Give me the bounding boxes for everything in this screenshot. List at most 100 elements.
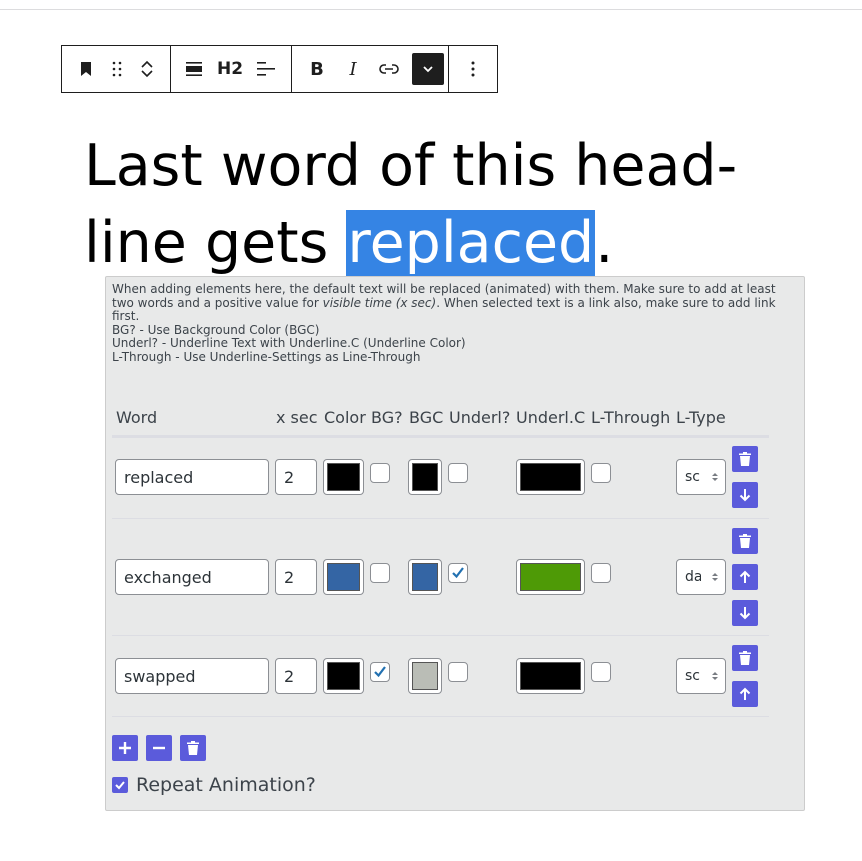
- underline-checkbox[interactable]: [448, 563, 468, 583]
- align-button[interactable]: [171, 46, 217, 92]
- xsec-input[interactable]: 2: [275, 559, 317, 595]
- move-up-button[interactable]: [732, 681, 758, 707]
- more-rich-text-button[interactable]: [412, 53, 444, 85]
- top-divider: [0, 9, 862, 10]
- move-down-button[interactable]: [732, 600, 758, 626]
- headline-selected-word[interactable]: replaced: [346, 210, 596, 276]
- ltype-select[interactable]: sc: [676, 459, 726, 495]
- text-align-button[interactable]: [243, 46, 289, 92]
- ltype-select[interactable]: sc: [676, 658, 726, 694]
- underline-color-picker[interactable]: [516, 559, 585, 595]
- trash-icon: [739, 651, 751, 665]
- bgc-picker[interactable]: [408, 459, 442, 495]
- color-swatch: [327, 662, 360, 690]
- arrow-up-icon: [739, 570, 751, 584]
- delete-all-button[interactable]: [180, 735, 206, 761]
- table-actions: [112, 735, 206, 761]
- bg-checkbox[interactable]: [370, 662, 390, 682]
- checkmark-icon: [452, 567, 464, 579]
- delete-row-button[interactable]: [732, 645, 758, 671]
- text-align-left-icon: [257, 61, 275, 77]
- bg-checkbox[interactable]: [370, 463, 390, 483]
- block-toolbar: H2 B I: [61, 45, 498, 93]
- words-table: Word x sec Color BG? BGC Underl? Underl.…: [112, 399, 769, 717]
- plus-icon: [118, 741, 132, 755]
- table-row: swapped 2 sc: [112, 636, 769, 717]
- xsec-input[interactable]: 2: [275, 658, 317, 694]
- word-input[interactable]: replaced: [115, 459, 269, 495]
- heading-level-button[interactable]: H2: [217, 46, 243, 92]
- chevron-down-icon: [422, 65, 434, 73]
- bgc-swatch: [412, 662, 438, 690]
- toolbar-group-format: B I: [292, 46, 449, 92]
- remove-row-button[interactable]: [146, 735, 172, 761]
- repeat-animation-toggle[interactable]: Repeat Animation?: [112, 774, 316, 796]
- help-line-through: L-Through - Use Underline-Settings as Li…: [112, 349, 421, 364]
- underline-color-picker[interactable]: [516, 459, 585, 495]
- toolbar-group-block: [62, 46, 171, 92]
- help-bg: BG? - Use Background Color (BGC): [112, 322, 320, 337]
- delete-row-button[interactable]: [732, 446, 758, 472]
- checkmark-icon: [374, 666, 386, 678]
- add-row-button[interactable]: [112, 735, 138, 761]
- drag-handle-button[interactable]: [106, 46, 128, 92]
- underline-color-swatch: [520, 463, 581, 491]
- bg-checkbox[interactable]: [370, 563, 390, 583]
- headline-period: .: [595, 210, 614, 276]
- minus-icon: [152, 741, 166, 755]
- underline-checkbox[interactable]: [448, 662, 468, 682]
- ltype-select[interactable]: da: [676, 559, 726, 595]
- italic-button[interactable]: I: [340, 46, 366, 92]
- col-xsec: x sec: [276, 408, 318, 427]
- color-swatch: [327, 563, 360, 591]
- bgc-picker[interactable]: [408, 559, 442, 595]
- underline-color-swatch: [520, 662, 581, 690]
- table-row: replaced 2 sc: [112, 438, 769, 519]
- word-input[interactable]: swapped: [115, 658, 269, 694]
- bgc-picker[interactable]: [408, 658, 442, 694]
- trash-icon: [739, 534, 751, 548]
- arrow-down-icon: [739, 488, 751, 502]
- move-down-icon[interactable]: [140, 69, 154, 79]
- col-ltype: L-Type: [676, 408, 726, 427]
- block-type-button[interactable]: [66, 46, 106, 92]
- move-up-button[interactable]: [732, 564, 758, 590]
- line-through-checkbox[interactable]: [591, 463, 611, 483]
- select-arrows-icon: [711, 670, 719, 686]
- color-picker[interactable]: [323, 459, 364, 495]
- color-picker[interactable]: [323, 559, 364, 595]
- toolbar-group-heading: H2: [171, 46, 292, 92]
- replace-words-panel: When adding elements here, the default t…: [105, 276, 805, 811]
- select-arrows-icon: [711, 471, 719, 487]
- repeat-label: Repeat Animation?: [136, 774, 316, 796]
- trash-icon: [187, 741, 199, 755]
- line-through-checkbox[interactable]: [591, 563, 611, 583]
- options-button[interactable]: [453, 46, 493, 92]
- drag-handle-icon: [112, 61, 122, 77]
- word-input[interactable]: exchanged: [115, 559, 269, 595]
- col-underline: Underl?: [449, 408, 511, 427]
- link-button[interactable]: [366, 46, 412, 92]
- bold-button[interactable]: B: [294, 46, 340, 92]
- col-bg: BG?: [371, 408, 403, 427]
- align-full-icon: [186, 61, 202, 77]
- move-buttons[interactable]: [128, 46, 166, 92]
- table-header: Word x sec Color BG? BGC Underl? Underl.…: [112, 399, 769, 438]
- move-up-icon[interactable]: [140, 59, 154, 69]
- bgc-swatch: [412, 563, 438, 591]
- help-underline: Underl? - Underline Text with Underline.…: [112, 336, 466, 350]
- underline-color-picker[interactable]: [516, 658, 585, 694]
- line-through-checkbox[interactable]: [591, 662, 611, 682]
- delete-row-button[interactable]: [732, 528, 758, 554]
- table-row: exchanged 2 da: [112, 519, 769, 636]
- toolbar-group-options: [449, 46, 497, 92]
- headline[interactable]: Last word of this head-line gets replace…: [84, 128, 804, 282]
- color-picker[interactable]: [323, 658, 364, 694]
- checkmark-icon: [115, 781, 125, 790]
- col-line-through: L-Through: [591, 408, 671, 427]
- repeat-checkbox[interactable]: [112, 777, 128, 793]
- xsec-input[interactable]: 2: [275, 459, 317, 495]
- underline-checkbox[interactable]: [448, 463, 468, 483]
- move-down-button[interactable]: [732, 482, 758, 508]
- more-vertical-icon: [471, 61, 475, 77]
